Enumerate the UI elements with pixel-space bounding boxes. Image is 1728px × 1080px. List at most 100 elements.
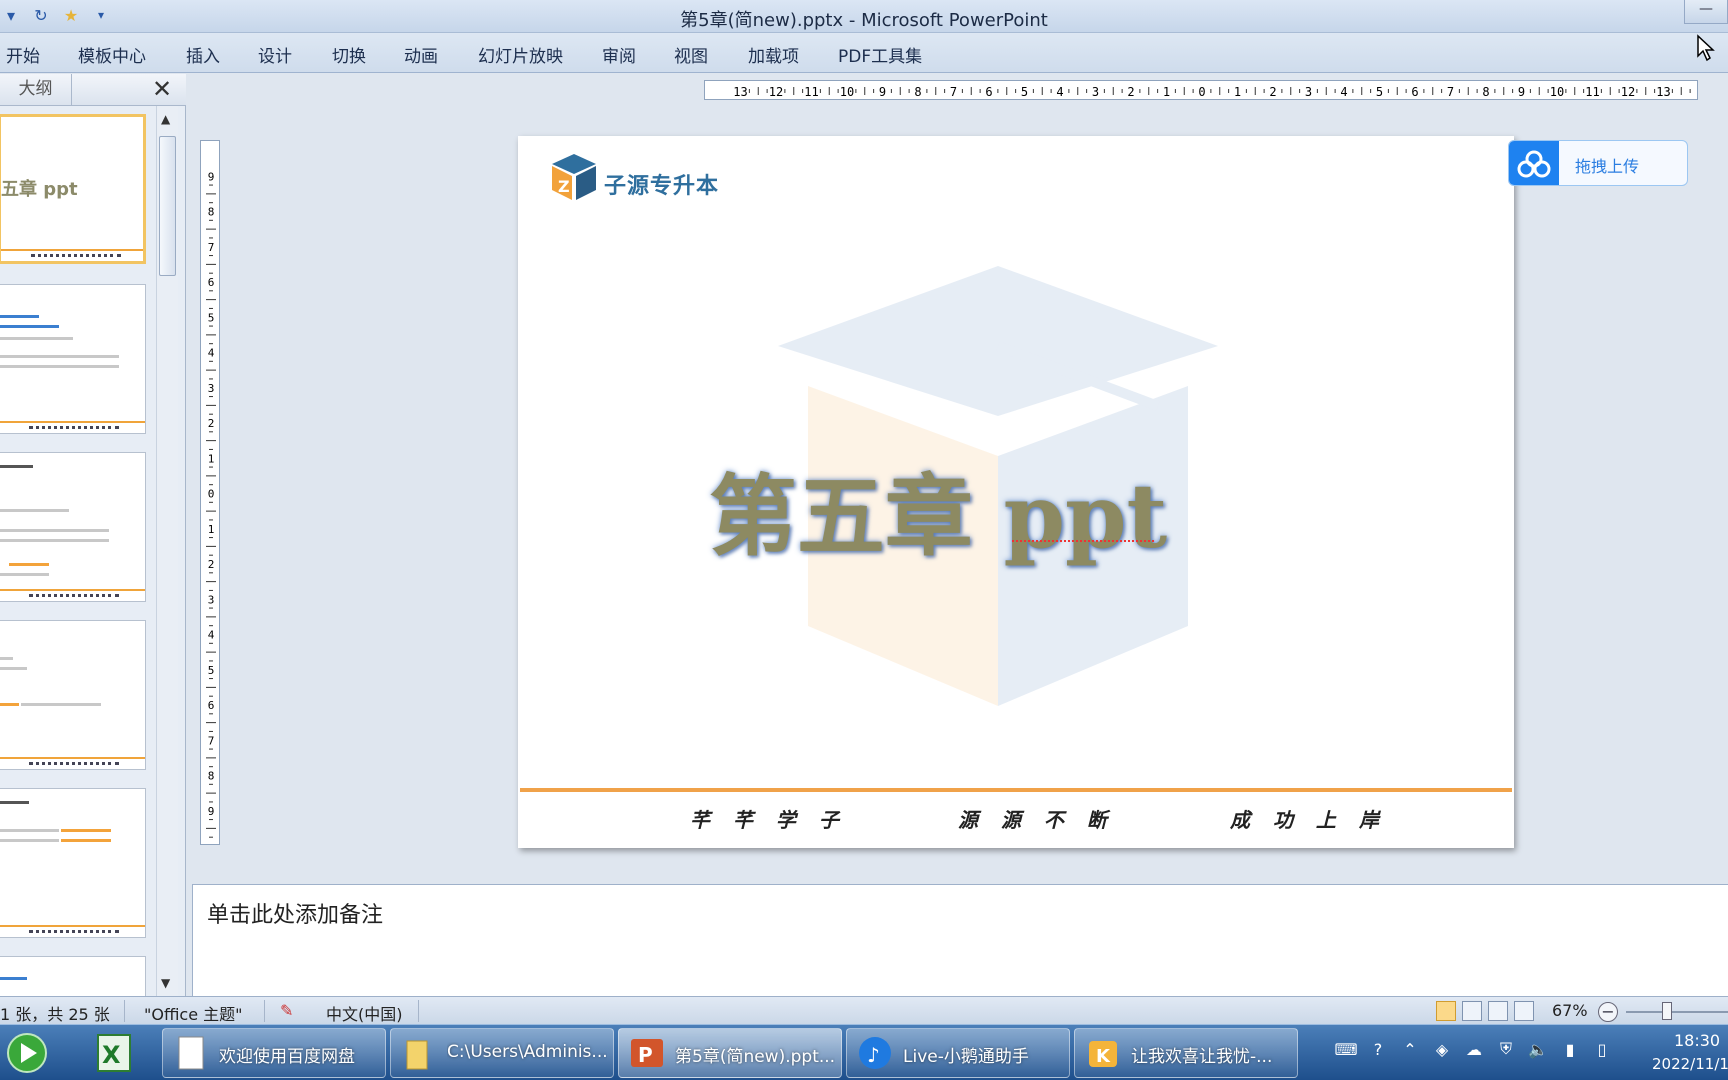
ruler-tick-label: 12 — [1621, 85, 1635, 99]
thumbnail-text-line — [0, 573, 49, 576]
slide-thumbnail-4[interactable] — [0, 620, 146, 770]
horizontal-ruler-ticks: 13 12 11 10 9 8 7 6 5 4 3 2 1 0 1 2 3 4 5 6 7 8 9 10 11 12 13 — [733, 85, 1691, 99]
keyboard-icon[interactable]: ⌨ — [1334, 1037, 1358, 1061]
ruler-tick-label: 11 — [804, 85, 818, 99]
tray-expand-icon[interactable]: ⌃ — [1398, 1037, 1422, 1061]
baidu-cloud-icon[interactable]: ☁ — [1462, 1037, 1486, 1061]
folder-icon — [406, 1040, 428, 1070]
panel-tabs: 大纲 ✕ — [0, 74, 186, 106]
tab-animations[interactable]: 动画 — [404, 42, 438, 67]
tab-home[interactable]: 开始 — [6, 42, 40, 67]
ruler-tick-label: 5 — [208, 311, 215, 324]
slide-thumbnail-2[interactable] — [0, 284, 146, 434]
tab-slideshow[interactable]: 幻灯片放映 — [478, 42, 563, 67]
close-panel-button[interactable]: ✕ — [152, 77, 172, 101]
minimize-button[interactable]: — — [1684, 0, 1728, 24]
ruler-tick-label: 3 — [1305, 85, 1312, 99]
spellcheck-icon[interactable]: ✎ — [280, 1001, 293, 1020]
horizontal-ruler[interactable]: 13 12 11 10 9 8 7 6 5 4 3 2 1 0 1 2 3 4 5 6 7 8 9 10 11 12 13 — [704, 80, 1698, 100]
ruler-tick-label: 3 — [1092, 85, 1099, 99]
ruler-tick-label: 6 — [208, 276, 215, 289]
ruler-tick-label: 9 — [208, 170, 215, 183]
ruler-tick-label: 8 — [208, 770, 215, 783]
tab-addins[interactable]: 加载项 — [748, 42, 799, 67]
vertical-ruler-ticks: 9 8 7 6 5 4 3 2 1 0 1 2 3 4 5 6 7 8 9 — [206, 170, 216, 838]
taskbar-item-explorer[interactable]: C:\Users\Adminis... — [390, 1028, 614, 1078]
notes-placeholder[interactable]: 单击此处添加备注 — [207, 897, 383, 929]
ruler-tick-label: 11 — [1585, 85, 1599, 99]
tab-pdf-tools[interactable]: PDF工具集 — [838, 42, 922, 67]
drag-upload-widget[interactable]: 拖拽上传 — [1508, 140, 1688, 186]
motto-2: 源 源 不 断 — [958, 808, 1115, 832]
help-icon[interactable]: ? — [1366, 1037, 1390, 1061]
clock-date[interactable]: 2022/11/1 — [1652, 1055, 1728, 1073]
zoom-out-button[interactable]: − — [1598, 1002, 1618, 1022]
thumbnail-text-line — [0, 839, 59, 842]
vertical-ruler[interactable]: 9 8 7 6 5 4 3 2 1 0 1 2 3 4 5 6 7 8 9 — [200, 140, 220, 845]
theme-name[interactable]: "Office 主题" — [144, 1001, 243, 1025]
logo-text: 子源专升本 — [604, 174, 720, 199]
svg-text:K: K — [1096, 1046, 1111, 1067]
slide-title[interactable]: 第五章 ppt — [518, 446, 1358, 573]
taskbar-item-powerpoint[interactable]: P 第5章(简new).ppt... — [618, 1028, 842, 1078]
notes-pane[interactable]: 单击此处添加备注 — [192, 884, 1728, 996]
ruler-tick-label: 3 — [208, 593, 215, 606]
language[interactable]: 中文(中国) — [326, 1001, 403, 1025]
taskbar: X 欢迎使用百度网盘 C:\Users\Adminis... P 第5章(简ne… — [0, 1024, 1728, 1080]
tab-insert[interactable]: 插入 — [186, 42, 220, 67]
thumbnail-scrollbar[interactable]: ▲ ▼ — [156, 106, 178, 996]
ruler-tick-label: 1 — [1234, 85, 1241, 99]
taskbar-item-baidu[interactable]: 欢迎使用百度网盘 — [162, 1028, 386, 1078]
taskbar-label: 第5章(简new).ppt... — [675, 1047, 835, 1067]
excel-icon[interactable]: X — [92, 1031, 136, 1075]
slideshow-view-icon[interactable] — [1514, 1001, 1534, 1021]
app-tray-icon[interactable]: ◈ — [1430, 1037, 1454, 1061]
motto-3: 成 功 上 岸 — [1230, 808, 1387, 832]
slide-thumbnail-3[interactable] — [0, 452, 146, 602]
ruler-tick-label: 3 — [208, 382, 215, 395]
slide-sorter-view-icon[interactable] — [1462, 1001, 1482, 1021]
ruler-tick-label: 5 — [208, 664, 215, 677]
window-title: 第5章(简new).pptx - Microsoft PowerPoint — [680, 10, 1048, 31]
motto-1: 芊 芊 学 子 — [690, 808, 847, 832]
media-player-icon[interactable] — [4, 1031, 50, 1075]
taskbar-item-xiaoe[interactable]: ♪ Live-小鹅通助手 — [846, 1028, 1070, 1078]
normal-view-icon[interactable] — [1436, 1001, 1456, 1021]
ruler-tick-label: 9 — [1518, 85, 1525, 99]
network-icon[interactable]: ▮ — [1558, 1037, 1582, 1061]
tab-design[interactable]: 设计 — [258, 42, 292, 67]
cloud-icon — [1509, 141, 1559, 185]
upload-label: 拖拽上传 — [1575, 157, 1640, 176]
slide-thumbnail-5[interactable] — [0, 788, 146, 938]
volume-icon[interactable]: 🔈 — [1526, 1037, 1550, 1061]
ruler-tick-label: 7 — [208, 734, 215, 747]
reading-view-icon[interactable] — [1488, 1001, 1508, 1021]
svg-text:Z: Z — [558, 177, 570, 196]
slide-thumbnail-1[interactable]: 五章 ppt — [0, 114, 146, 264]
tab-view[interactable]: 视图 — [674, 42, 708, 67]
thumbnail-text-line — [21, 703, 101, 706]
tab-outline[interactable]: 大纲 — [0, 74, 72, 106]
tab-template-center[interactable]: 模板中心 — [78, 42, 146, 67]
slide-canvas[interactable]: Z 子源专升本 第五章 ppt 芊 芊 学 子 源 源 不 断 成 功 上 岸 — [518, 136, 1514, 848]
taskbar-item-app[interactable]: K 让我欢喜让我忧-... — [1074, 1028, 1298, 1078]
thumbnail-text-line — [61, 839, 111, 842]
scroll-up-arrow-icon[interactable]: ▲ — [161, 112, 170, 126]
zoom-slider-thumb[interactable] — [1662, 1002, 1672, 1020]
ruler-tick-label: 10 — [1550, 85, 1564, 99]
status-separator — [264, 1000, 265, 1022]
power-icon[interactable]: ▯ — [1590, 1037, 1614, 1061]
taskbar-label: 欢迎使用百度网盘 — [219, 1047, 355, 1067]
thumbnail-text-line — [0, 801, 29, 804]
tab-review[interactable]: 审阅 — [602, 42, 636, 67]
scroll-down-arrow-icon[interactable]: ▼ — [161, 976, 170, 990]
zoom-slider[interactable] — [1626, 1011, 1728, 1013]
clock-time[interactable]: 18:30 — [1674, 1031, 1720, 1050]
security-icon[interactable]: ⛨ — [1494, 1037, 1518, 1061]
scroll-thumb[interactable] — [159, 136, 176, 276]
zoom-level[interactable]: 67% — [1552, 1001, 1588, 1020]
slides-panel: 大纲 ✕ 五章 ppt ▲ ▼ — [0, 74, 186, 1080]
svg-text:X: X — [102, 1041, 121, 1069]
ruler-tick-label: 7 — [208, 241, 215, 254]
tab-transitions[interactable]: 切换 — [332, 42, 366, 67]
